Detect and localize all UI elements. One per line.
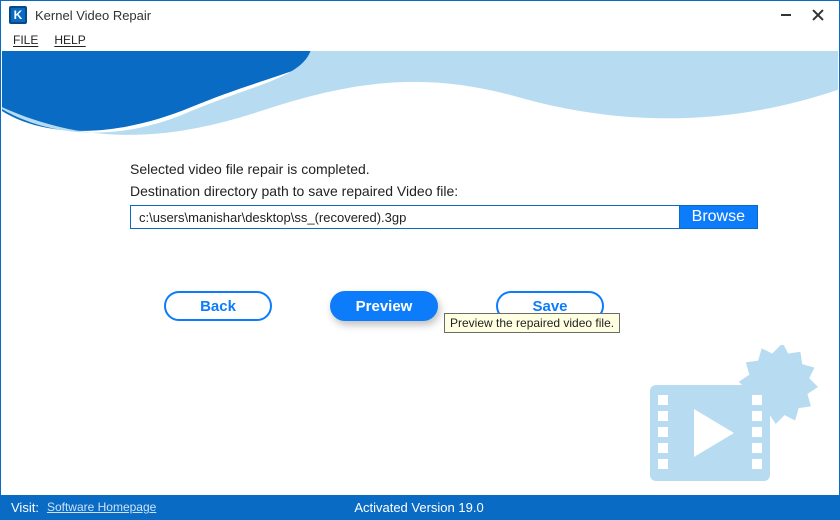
preview-button[interactable]: Preview [330,291,438,321]
app-icon-letter: K [14,8,23,22]
close-button[interactable] [811,8,825,22]
destination-path-input[interactable] [130,205,680,229]
menu-help[interactable]: HELP [54,33,85,47]
form-area: Selected video file repair is completed.… [130,161,758,321]
save-button-label: Save [532,298,567,315]
homepage-link[interactable]: Software Homepage [47,500,156,514]
menu-bar: FILE HELP [1,29,839,51]
path-row: Browse [130,205,758,229]
title-bar: K Kernel Video Repair [1,1,839,29]
status-left: Visit: Software Homepage [1,500,283,515]
back-button-label: Back [200,298,236,315]
browse-button[interactable]: Browse [680,205,758,229]
browse-button-label: Browse [692,208,745,226]
preview-tooltip: Preview the repaired video file. [444,313,620,333]
wave-decoration [2,51,838,143]
path-label: Destination directory path to save repai… [130,183,758,199]
window-title: Kernel Video Repair [35,8,779,23]
status-bar: Visit: Software Homepage Activated Versi… [1,495,839,519]
minimize-button[interactable] [779,8,793,22]
filmstrip-gear-icon [650,345,820,485]
back-button[interactable]: Back [164,291,272,321]
content-area: Selected video file repair is completed.… [2,51,838,495]
preview-button-label: Preview [356,298,413,315]
visit-label: Visit: [11,500,39,515]
app-icon: K [9,6,27,24]
menu-file[interactable]: FILE [13,33,38,47]
version-label: Activated Version 19.0 [283,500,555,515]
window-controls [779,8,831,22]
status-message: Selected video file repair is completed. [130,161,758,177]
